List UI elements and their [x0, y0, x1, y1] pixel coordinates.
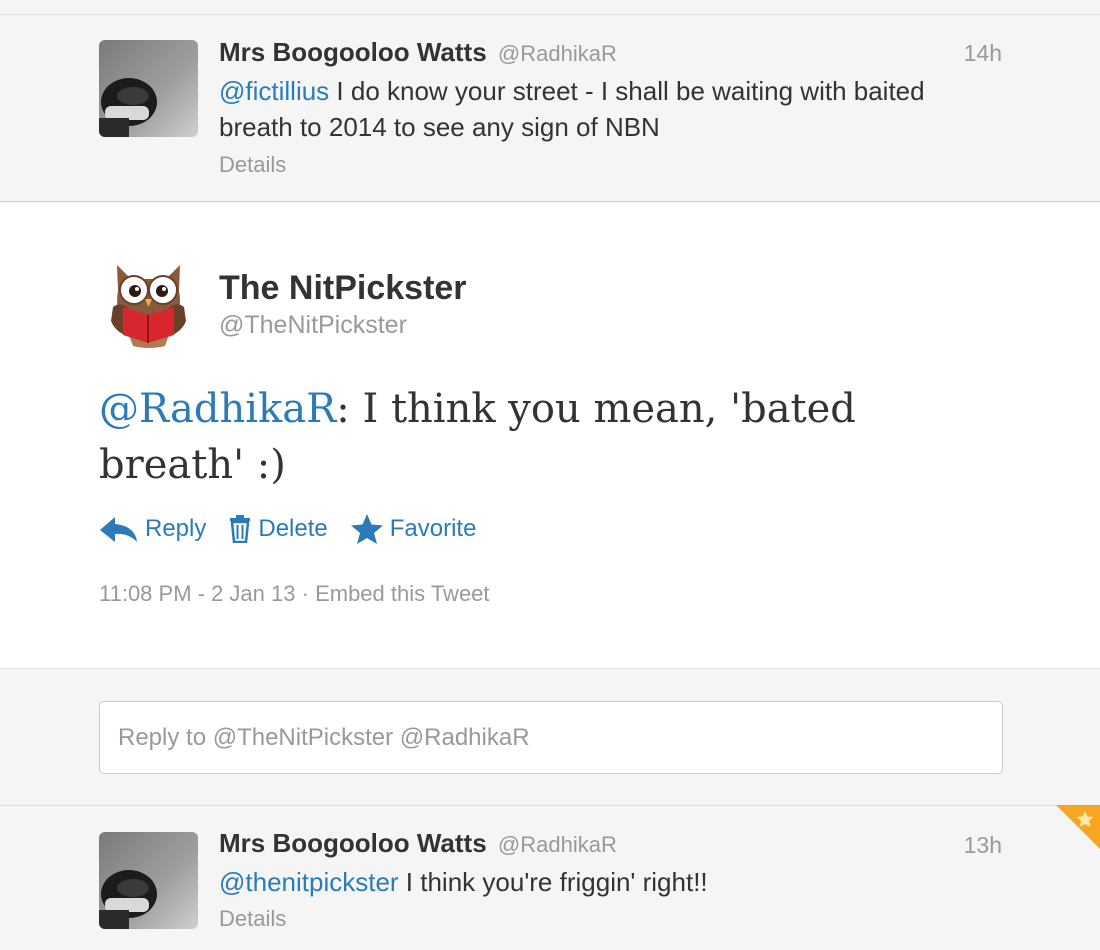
tweet-time[interactable]: 13h [964, 832, 1002, 859]
details-link[interactable]: Details [219, 906, 286, 932]
tweet-header: Mrs Boogooloo Watts @RadhikaR [219, 828, 617, 860]
permalink-tweet: The NitPickster @TheNitPickster @Radhika… [0, 203, 1100, 669]
details-link[interactable]: Details [219, 152, 286, 178]
tweet-next[interactable]: Mrs Boogooloo Watts @RadhikaR 13h @theni… [0, 805, 1100, 950]
tweet-time[interactable]: 14h [964, 40, 1002, 67]
avatar[interactable] [99, 40, 198, 137]
favorited-corner-icon [1056, 805, 1100, 849]
avatar[interactable] [99, 832, 198, 929]
mention-link[interactable]: @RadhikaR [99, 386, 336, 432]
delete-button[interactable]: Delete [228, 515, 328, 543]
author-handle[interactable]: @RadhikaR [498, 832, 617, 857]
previous-tweet-edge [0, 0, 1100, 15]
trash-icon [230, 515, 251, 543]
tweet-timestamp[interactable]: 11:08 PM - 2 Jan 13 [99, 581, 296, 606]
mention-link[interactable]: @fictillius [219, 76, 329, 106]
author-name[interactable]: The NitPickster [219, 269, 467, 308]
embed-link[interactable]: Embed this Tweet [315, 581, 489, 606]
tweet-body: I think you're friggin' right!! [398, 867, 708, 897]
author-name[interactable]: Mrs Boogooloo Watts [219, 828, 487, 858]
reply-button[interactable]: Reply [99, 514, 206, 544]
tweet-previous[interactable]: Mrs Boogooloo Watts @RadhikaR 14h @ficti… [0, 16, 1100, 202]
mention-link[interactable]: @thenitpickster [219, 867, 399, 897]
author-handle[interactable]: @RadhikaR [498, 41, 617, 66]
tweet-header: Mrs Boogooloo Watts @RadhikaR [219, 37, 617, 69]
tweet-text: @RadhikaR: I think you mean, 'bated brea… [99, 381, 919, 493]
meta-separator: · [295, 581, 316, 606]
favorite-label: Favorite [389, 515, 477, 542]
author-handle[interactable]: @TheNitPickster [219, 311, 407, 340]
author-name[interactable]: Mrs Boogooloo Watts [219, 37, 487, 67]
reply-label: Reply [145, 515, 207, 542]
star-icon [350, 514, 383, 544]
tweet-meta: 11:08 PM - 2 Jan 13 · Embed this Tweet [99, 581, 490, 607]
reply-icon [100, 517, 137, 542]
tweet-text: @fictillius I do know your street - I sh… [219, 73, 959, 145]
delete-label: Delete [258, 515, 328, 542]
favorite-button[interactable]: Favorite [350, 513, 477, 545]
tweet-actions: Reply Delete Favorite [99, 513, 498, 545]
avatar[interactable] [99, 251, 198, 350]
tweet-text: @thenitpickster I think you're friggin' … [219, 864, 959, 900]
reply-input[interactable] [99, 701, 1003, 774]
reply-area [0, 670, 1100, 805]
